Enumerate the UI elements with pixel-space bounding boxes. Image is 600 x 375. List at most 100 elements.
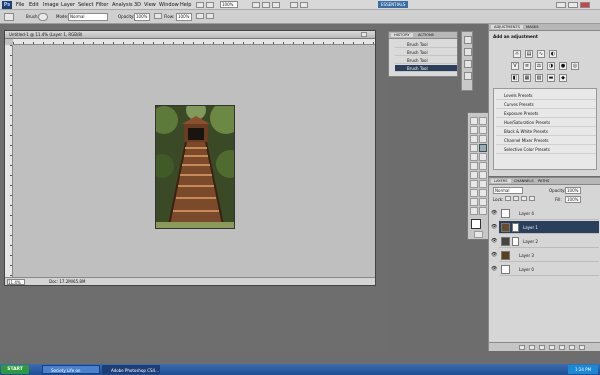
- 3d-orbit-tool-icon[interactable]: [479, 198, 487, 206]
- tab-adjustments[interactable]: ADJUSTMENTS: [491, 25, 523, 29]
- mode-select[interactable]: Normal: [68, 13, 108, 21]
- link-layers-icon[interactable]: [519, 345, 525, 350]
- screen-mode-icon[interactable]: [300, 2, 308, 8]
- taskbar-item-browser[interactable]: Society Life on Facebook...: [42, 365, 100, 374]
- gradient-map-icon[interactable]: ▬: [547, 74, 555, 82]
- menu-layer[interactable]: Layer: [61, 2, 75, 8]
- shape-tool-icon[interactable]: [479, 189, 487, 197]
- view-extras-icon[interactable]: [206, 2, 214, 8]
- preset-channel-mixer[interactable]: Channel Mixer Presets: [496, 136, 596, 145]
- tab-paths[interactable]: PATHS: [535, 179, 552, 183]
- levels-icon[interactable]: ▤: [525, 50, 533, 58]
- tab-masks[interactable]: MASKS: [523, 25, 541, 29]
- workspace-switcher[interactable]: ESSENTIALS: [378, 1, 409, 8]
- history-panel-icon[interactable]: [464, 36, 472, 44]
- document-tab[interactable]: Untitled-1 @ 11.4% (Layer 1, RGB/8): [5, 31, 375, 39]
- history-brush-tool-icon[interactable]: [479, 153, 487, 161]
- path-selection-tool-icon[interactable]: [470, 189, 478, 197]
- taskbar-item-photoshop[interactable]: Adobe Photoshop CS4...: [102, 365, 160, 374]
- gradient-tool-icon[interactable]: [479, 162, 487, 170]
- layer-row[interactable]: 👁 Layer 2: [491, 235, 599, 248]
- black-white-icon[interactable]: ◑: [547, 62, 555, 70]
- history-state-selected[interactable]: Brush Tool: [395, 65, 457, 72]
- menu-analysis[interactable]: Analysis: [112, 2, 133, 8]
- vertical-ruler[interactable]: [5, 45, 13, 277]
- info-panel-icon[interactable]: [464, 72, 472, 80]
- zoom-level-field[interactable]: 100%: [220, 1, 238, 8]
- close-icon[interactable]: [580, 2, 590, 8]
- maximize-icon[interactable]: [568, 2, 578, 8]
- fill-field[interactable]: 100%: [565, 196, 581, 203]
- tab-history[interactable]: HISTORY: [391, 33, 413, 37]
- airbrush-icon[interactable]: [196, 13, 204, 19]
- move-tool-icon[interactable]: [470, 117, 478, 125]
- vibrance-icon[interactable]: V: [511, 62, 519, 70]
- layer-row[interactable]: 👁 Layer 3: [491, 249, 599, 262]
- menu-view[interactable]: View: [144, 2, 156, 8]
- document-size-info[interactable]: Doc: 17.2M/65.8M: [49, 279, 85, 284]
- blur-tool-icon[interactable]: [470, 171, 478, 179]
- brush-tool-preset-icon[interactable]: [4, 13, 14, 21]
- lock-position-icon[interactable]: [521, 196, 527, 201]
- actions-panel-icon[interactable]: [464, 48, 472, 56]
- add-mask-icon[interactable]: [539, 345, 545, 350]
- zoom-tool-icon[interactable]: [479, 207, 487, 215]
- menu-3d[interactable]: 3D: [134, 2, 141, 8]
- history-state[interactable]: Brush Tool: [395, 41, 457, 48]
- rotate-view-icon[interactable]: [272, 2, 280, 8]
- exposure-icon[interactable]: ◐: [549, 50, 557, 58]
- color-balance-icon[interactable]: ⚖: [535, 62, 543, 70]
- minimize-icon[interactable]: [556, 2, 566, 8]
- flow-field[interactable]: 100%: [176, 13, 192, 21]
- new-adjustment-layer-icon[interactable]: [549, 345, 555, 350]
- preset-exposure[interactable]: Exposure Presets: [496, 109, 596, 118]
- hand-tool-icon[interactable]: [470, 207, 478, 215]
- visibility-eye-icon[interactable]: 👁: [491, 267, 497, 272]
- preset-hue-saturation[interactable]: Hue/Saturation Presets: [496, 118, 596, 127]
- dodge-tool-icon[interactable]: [479, 171, 487, 179]
- tab-layers[interactable]: LAYERS: [491, 179, 511, 183]
- status-zoom-field[interactable]: 11.4%: [7, 279, 25, 285]
- marquee-tool-icon[interactable]: [479, 117, 487, 125]
- tab-channels[interactable]: CHANNELS: [511, 179, 537, 183]
- invert-icon[interactable]: ◧: [511, 74, 519, 82]
- menu-window[interactable]: Window: [159, 2, 179, 8]
- type-tool-icon[interactable]: [479, 180, 487, 188]
- tablet-pressure-size-icon[interactable]: [206, 13, 214, 19]
- layer-row[interactable]: 👁 Layer 4: [491, 207, 599, 220]
- history-state[interactable]: Brush Tool: [395, 57, 457, 64]
- launch-bridge-icon[interactable]: [196, 2, 204, 8]
- visibility-eye-icon[interactable]: 👁: [491, 253, 497, 258]
- photo-filter-icon[interactable]: ●: [559, 62, 567, 70]
- tablet-pressure-opacity-icon[interactable]: [154, 13, 162, 19]
- history-state[interactable]: Brush Tool: [395, 49, 457, 56]
- curves-icon[interactable]: ∿: [537, 50, 545, 58]
- document-close-icon[interactable]: [361, 32, 367, 37]
- menu-image[interactable]: Image: [43, 2, 59, 8]
- preset-black-white[interactable]: Black & White Presets: [496, 127, 596, 136]
- quick-mask-icon[interactable]: [474, 231, 483, 238]
- lock-pixels-icon[interactable]: [513, 196, 519, 201]
- visibility-eye-icon[interactable]: 👁: [491, 225, 497, 230]
- menu-help[interactable]: Help: [180, 2, 191, 8]
- zoom-tool-icon[interactable]: [262, 2, 270, 8]
- preset-curves[interactable]: Curves Presets: [496, 100, 596, 109]
- layer-style-icon[interactable]: [529, 345, 535, 350]
- navigator-panel-icon[interactable]: [464, 60, 472, 68]
- menu-file[interactable]: File: [16, 2, 24, 8]
- crop-tool-icon[interactable]: [470, 135, 478, 143]
- opacity-field[interactable]: 100%: [134, 13, 150, 21]
- arrange-documents-icon[interactable]: [290, 2, 298, 8]
- foreground-color-swatch[interactable]: [471, 219, 481, 229]
- menu-edit[interactable]: Edit: [29, 2, 39, 8]
- delete-layer-icon[interactable]: [579, 345, 585, 350]
- brightness-contrast-icon[interactable]: ☼: [513, 50, 521, 58]
- start-button[interactable]: START: [1, 365, 29, 374]
- menu-select[interactable]: Select: [78, 2, 93, 8]
- channel-mixer-icon[interactable]: ◎: [571, 62, 579, 70]
- eraser-tool-icon[interactable]: [470, 162, 478, 170]
- healing-brush-tool-icon[interactable]: [470, 144, 478, 152]
- pen-tool-icon[interactable]: [470, 180, 478, 188]
- threshold-icon[interactable]: ▧: [535, 74, 543, 82]
- blend-mode-select[interactable]: Normal: [493, 187, 523, 194]
